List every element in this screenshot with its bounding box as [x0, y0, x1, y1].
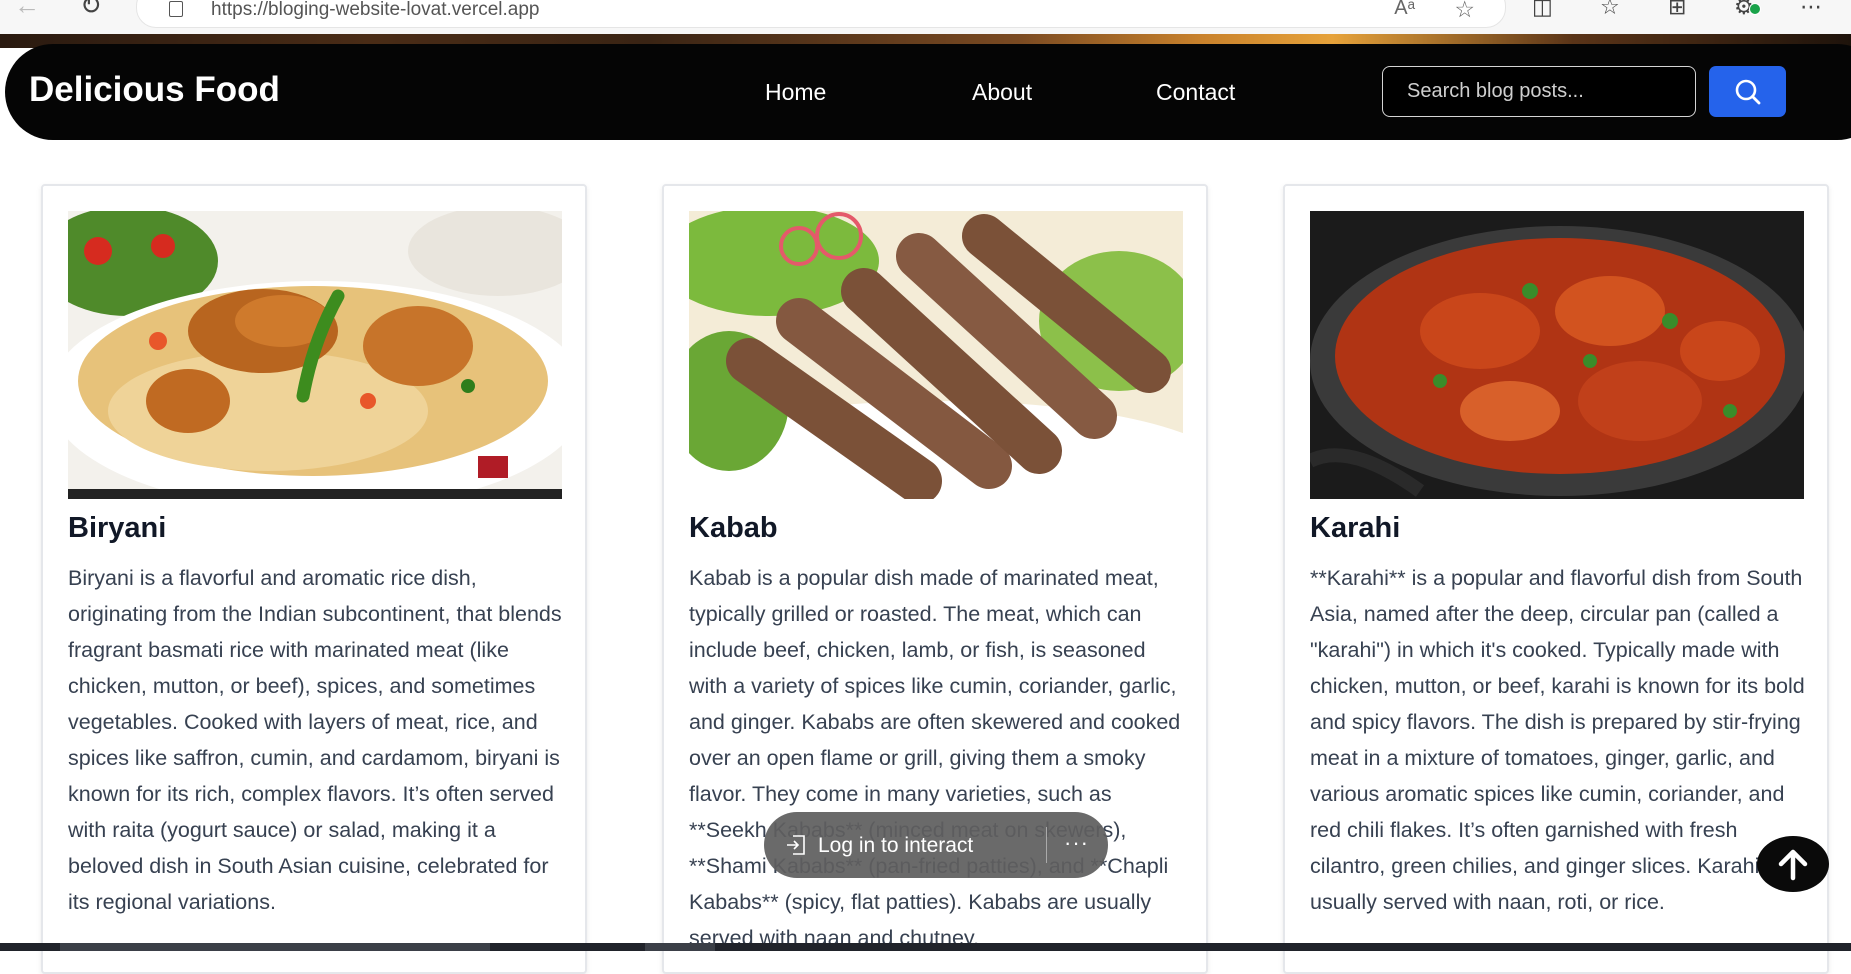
search-input[interactable] [1382, 66, 1696, 117]
post-card-biryani[interactable]: Biryani Biryani is a flavorful and aroma… [41, 184, 587, 974]
post-title[interactable]: Kabab [689, 512, 778, 545]
extension-status-icon [1749, 3, 1761, 15]
page-info-icon[interactable] [169, 1, 183, 17]
post-excerpt: **Karahi** is a popular and flavorful di… [1310, 566, 1805, 914]
post-excerpt: Kabab is a popular dish made of marinate… [689, 566, 1181, 950]
nav-link-home[interactable]: Home [765, 79, 826, 106]
browser-toolbar: ← ↻ https://bloging-website-lovat.vercel… [0, 0, 1851, 35]
post-title[interactable]: Biryani [68, 512, 166, 545]
arrow-up-icon [1778, 849, 1808, 881]
taskbar-item[interactable] [645, 943, 715, 951]
split-screen-icon[interactable]: ◫ [1532, 0, 1553, 20]
post-card-karahi[interactable]: Karahi **Karahi** is a popular and flavo… [1283, 184, 1829, 974]
login-to-interact-bar[interactable]: Log in to interact ··· [764, 812, 1108, 878]
biryani-image [68, 211, 562, 499]
refresh-icon[interactable]: ↻ [80, 0, 102, 21]
back-arrow-icon[interactable]: ← [14, 0, 40, 21]
more-options-icon[interactable]: ··· [1064, 830, 1089, 856]
search-button[interactable] [1709, 66, 1786, 117]
site-brand[interactable]: Delicious Food [29, 70, 280, 110]
nav-link-contact[interactable]: Contact [1156, 79, 1235, 106]
site-header: Delicious Food Home About Contact [5, 44, 1851, 140]
taskbar-item[interactable] [60, 943, 490, 951]
login-icon [787, 835, 805, 855]
collections-icon[interactable]: ⊞ [1668, 0, 1686, 20]
favorite-star-icon[interactable]: ☆ [1454, 0, 1475, 23]
login-label[interactable]: Log in to interact [818, 834, 973, 858]
overlay-divider [1046, 827, 1047, 863]
post-excerpt: Biryani is a flavorful and aromatic rice… [68, 566, 562, 914]
search-icon [1735, 79, 1761, 105]
nav-link-about[interactable]: About [972, 79, 1032, 106]
more-options-icon[interactable]: ⋯ [1800, 0, 1822, 20]
post-title[interactable]: Karahi [1310, 512, 1400, 545]
kabab-image [689, 211, 1183, 499]
karahi-image [1310, 211, 1804, 499]
favorites-list-icon[interactable]: ☆ [1600, 0, 1620, 20]
address-url[interactable]: https://bloging-website-lovat.vercel.app [211, 0, 539, 21]
taskbar [0, 943, 1851, 951]
scroll-to-top-button[interactable] [1757, 836, 1829, 892]
read-aloud-icon[interactable]: Aᵃ [1394, 0, 1415, 20]
address-bar[interactable]: https://bloging-website-lovat.vercel.app… [136, 0, 1506, 28]
